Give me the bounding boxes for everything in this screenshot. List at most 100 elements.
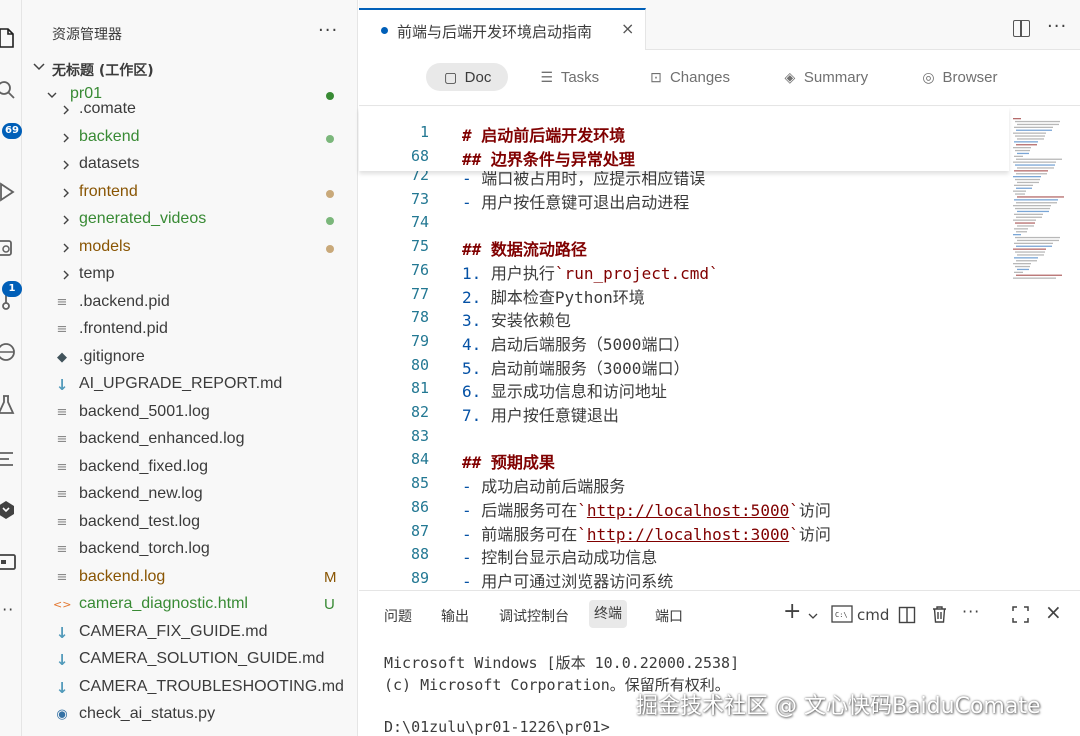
code-token: 用户按任意键可退出启动进程	[481, 192, 690, 212]
view-tab-tasks[interactable]: ☰ Tasks	[529, 63, 609, 91]
code-line[interactable]: 79 4. 启动后端服务（5000端口）	[359, 329, 1009, 354]
tree-item[interactable]: ≡ .backend.pid	[22, 290, 357, 318]
editor-more-button[interactable]: ···	[1047, 16, 1067, 37]
editor-area: 前端与后端开发环境启动指南 × ··· ▢ Doc ☰ Tasks ⊡ Changes ◈ S…	[359, 0, 1080, 590]
tree-item[interactable]: ≡ backend_torch.log	[22, 537, 357, 565]
tree-item[interactable]: ≡ backend.log M	[22, 565, 357, 593]
code-line[interactable]: 1 # 启动前后端开发环境	[359, 120, 1009, 145]
tree-item[interactable]: ≡ backend_test.log	[22, 510, 357, 538]
tree-item[interactable]: datasets	[22, 152, 357, 180]
code-token: `	[577, 500, 587, 520]
tree-item[interactable]: ↓ CAMERA_SOLUTION_GUIDE.md	[22, 647, 357, 675]
tab-close-icon[interactable]: ×	[621, 19, 634, 38]
code-line[interactable]: 87- 前端服务可在`http://localhost:3000`访问	[359, 519, 1009, 544]
split-terminal-icon[interactable]	[898, 606, 916, 624]
code-line[interactable]: 77 2. 脚本检查Python环境	[359, 282, 1009, 307]
tree-item-label: .comate	[79, 100, 136, 117]
view-tab-changes[interactable]: ⊡ Changes	[639, 63, 739, 91]
view-tab-summary[interactable]: ◈ Summary	[769, 63, 881, 91]
panel-tab[interactable]: 输出	[441, 606, 469, 626]
code-line[interactable]: 84 ## 预期成果	[359, 447, 1009, 473]
panel-tab[interactable]: 端口	[655, 606, 683, 626]
explorer-icon[interactable]	[0, 26, 18, 50]
tree-item[interactable]: ↓ CAMERA_FIX_GUIDE.md	[22, 620, 357, 648]
view-tab-doc[interactable]: ▢ Doc	[426, 63, 508, 91]
git-file-icon: ◆	[57, 349, 67, 365]
terminal-shell-label[interactable]: cmd	[857, 606, 889, 624]
close-panel-button[interactable]: ×	[1045, 600, 1062, 624]
code-line[interactable]: 83	[359, 424, 1009, 448]
testing-icon[interactable]	[0, 393, 18, 417]
new-terminal-button[interactable]: +	[783, 599, 801, 624]
code-token: http://localhost:5000	[586, 500, 790, 520]
tree-item-label: frontend	[79, 182, 138, 200]
code-line[interactable]: 88 - 控制台显示启动成功信息	[359, 542, 1009, 567]
tree-item[interactable]: ≡ backend_5001.log	[22, 400, 357, 428]
run-debug-icon[interactable]	[0, 180, 18, 204]
code-token: `run_project.cmd`	[554, 263, 719, 283]
code-line[interactable]: 85 - 成功启动前后端服务	[359, 471, 1009, 497]
panel-tab[interactable]: 终端	[589, 600, 627, 628]
code-line[interactable]: 68 ## 边界条件与异常处理	[359, 144, 1009, 169]
tree-item[interactable]: backend	[22, 125, 357, 153]
workspace-header[interactable]: 无标题 (工作区)	[22, 56, 357, 82]
split-editor-icon[interactable]	[1013, 20, 1030, 37]
minimap-line	[1015, 164, 1055, 166]
timeline-icon[interactable]	[0, 447, 18, 471]
code-lines[interactable]: 72- 端口被占用时，应提示相应错误 73- 用户按任意键可退出启动进程 74 75 #…	[359, 107, 1009, 590]
minimap-line	[1016, 231, 1027, 233]
tree-item[interactable]: ◉ check_ai_status.py	[22, 702, 357, 730]
code-token: 7.	[462, 406, 491, 425]
chevron-right-icon	[63, 215, 69, 225]
tree-item[interactable]: ≡ backend_new.log	[22, 482, 357, 510]
tree-item[interactable]: ↓ AI_UPGRADE_REPORT.md	[22, 372, 357, 400]
more-views-icon[interactable]: ···	[0, 600, 14, 619]
code-line[interactable]: 76 1. 用户执行`run_project.cmd`	[359, 258, 1009, 283]
code-line[interactable]: 74	[359, 210, 1009, 234]
trash-icon[interactable]	[931, 605, 948, 624]
tree-item[interactable]: models	[22, 235, 357, 263]
view-tab-label: Doc	[464, 69, 492, 86]
code-line[interactable]: 75 ## 数据流动路径	[359, 234, 1009, 259]
panel-tab[interactable]: 问题	[384, 606, 412, 626]
code-line[interactable]: 89 - 用户可通过浏览器访问系统	[359, 566, 1009, 590]
line-content: ## 预期成果	[462, 449, 555, 473]
tree-item[interactable]: ↓ CAMERA_TROUBLESHOOTING.md	[22, 675, 357, 703]
tree-item[interactable]: ◆ .gitignore	[22, 345, 357, 373]
tree-item[interactable]: .comate	[22, 97, 357, 125]
line-content: - 成功启动前后端服务	[462, 473, 625, 497]
code-line[interactable]: 81 6. 显示成功信息和访问地址	[359, 376, 1009, 401]
code-line[interactable]: 80 5. 启动前端服务（3000端口）	[359, 353, 1009, 378]
panel-icon[interactable]	[0, 550, 18, 574]
sticky-scroll[interactable]: 1 # 启动前后端开发环境 68 ## 边界条件与异常处理	[359, 107, 1009, 171]
extensions-icon[interactable]	[0, 235, 18, 259]
minimap-line	[1017, 210, 1049, 213]
code-line[interactable]: 73 - 用户按任意键可退出启动进程	[359, 187, 1009, 212]
minimap[interactable]	[1009, 118, 1064, 288]
editor-tab[interactable]: 前端与后端开发环境启动指南 ×	[359, 8, 646, 50]
code-line[interactable]: 82 7. 用户按任意键退出	[359, 400, 1009, 425]
chevron-right-icon	[63, 188, 69, 197]
line-number: 89	[410, 568, 429, 587]
code-line[interactable]: 86- 后端服务可在`http://localhost:5000`访问	[359, 495, 1009, 520]
view-tab-browser[interactable]: ◎ Browser	[909, 63, 1009, 91]
panel-more-button[interactable]: ···	[962, 602, 980, 621]
search-icon[interactable]	[0, 78, 18, 102]
panel-tab[interactable]: 调试控制台	[499, 606, 569, 626]
tree-item[interactable]: ≡ .frontend.pid	[22, 317, 357, 345]
comate-icon[interactable]	[0, 498, 18, 522]
editor-scrollbar[interactable]	[1067, 107, 1080, 590]
tree-item[interactable]: <> camera_diagnostic.html U	[22, 592, 357, 620]
minimap-line	[1015, 149, 1030, 152]
tree-item[interactable]: ≡ backend_enhanced.log	[22, 427, 357, 455]
tree-item[interactable]: frontend	[22, 180, 357, 208]
tree-item[interactable]: ≡ backend_fixed.log	[22, 455, 357, 483]
code-line[interactable]: 78 3. 安装依赖包	[359, 305, 1009, 330]
file-lines-icon: ≡	[56, 569, 68, 585]
explorer-more-button[interactable]: ···	[318, 20, 338, 41]
tree-item[interactable]: generated_videos	[22, 207, 357, 235]
tree-item[interactable]: temp	[22, 262, 357, 290]
maximize-panel-icon[interactable]	[1012, 606, 1029, 623]
remote-icon[interactable]	[0, 340, 18, 364]
chevron-down-icon[interactable]	[808, 611, 818, 621]
